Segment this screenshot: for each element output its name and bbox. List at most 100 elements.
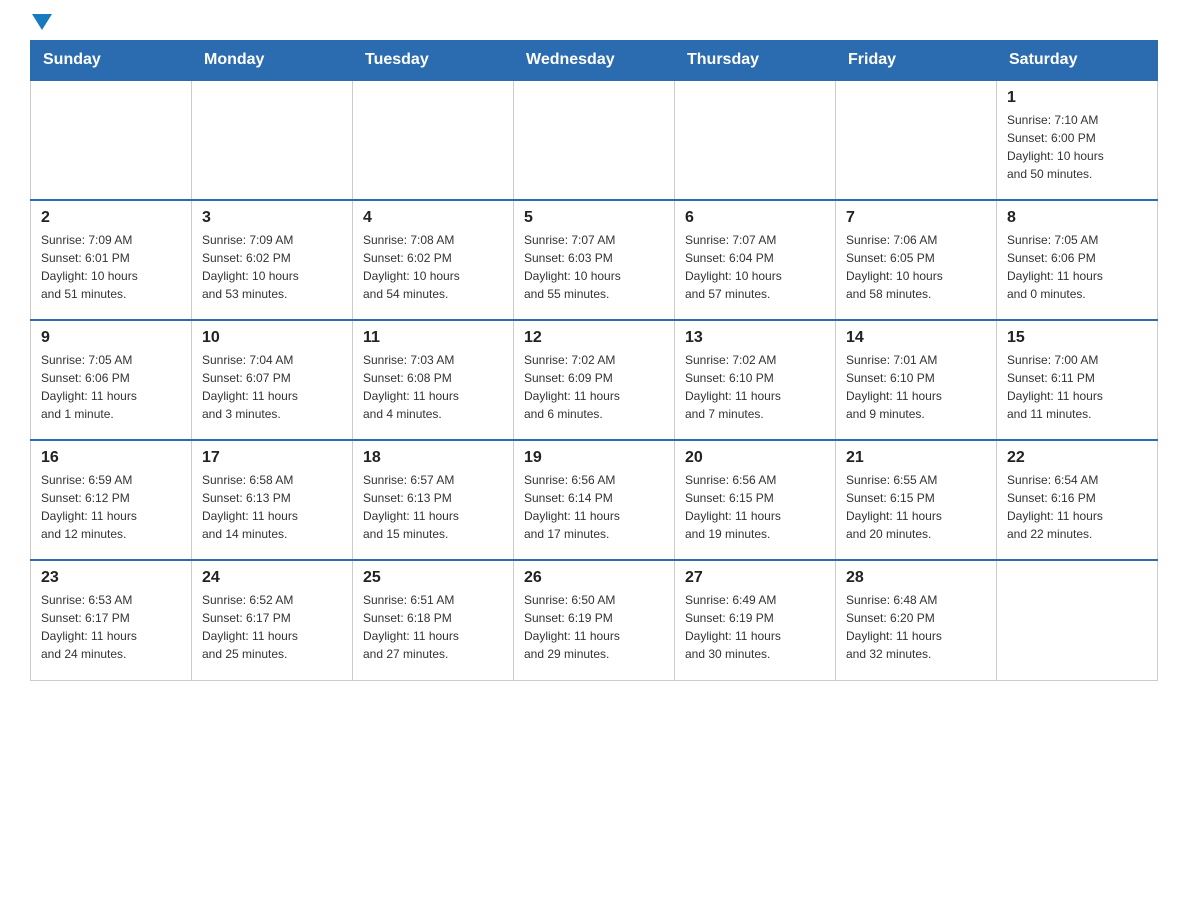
week-row: 23 Sunrise: 6:53 AM Sunset: 6:17 PM Dayli… [31, 560, 1158, 680]
day-number: 20 [685, 449, 825, 467]
calendar-cell: 11 Sunrise: 7:03 AM Sunset: 6:08 PM Dayli… [353, 320, 514, 440]
day-number: 9 [41, 329, 181, 347]
calendar-cell: 14Sunrise: 7:01 AM Sunset: 6:10 PM Dayli… [836, 320, 997, 440]
day-number: 23 [41, 569, 181, 587]
calendar-cell: 2 Sunrise: 7:09 AM Sunset: 6:01 PM Daylig… [31, 200, 192, 320]
day-info: Sunrise: 7:09 AM Sunset: 6:01 PM Dayligh… [41, 231, 181, 303]
calendar-cell: 19 Sunrise: 6:56 AM Sunset: 6:14 PM Dayli… [514, 440, 675, 560]
day-info: Sunrise: 7:00 AM Sunset: 6:11 PM Dayligh… [1007, 351, 1147, 423]
day-info: Sunrise: 7:07 AM Sunset: 6:03 PM Dayligh… [524, 231, 664, 303]
calendar-cell: 16 Sunrise: 6:59 AM Sunset: 6:12 PM Dayli… [31, 440, 192, 560]
calendar-cell: 27 Sunrise: 6:49 AM Sunset: 6:19 PM Dayli… [675, 560, 836, 680]
calendar-table: SundayMondayTuesdayWednesdayThursdayFrid… [30, 40, 1158, 681]
calendar-cell [997, 560, 1158, 680]
calendar-cell: 5 Sunrise: 7:07 AM Sunset: 6:03 PM Daylig… [514, 200, 675, 320]
day-number: 1 [1007, 89, 1147, 107]
day-number: 13 [685, 329, 825, 347]
calendar-cell [192, 80, 353, 200]
day-info: Sunrise: 7:06 AM Sunset: 6:05 PM Dayligh… [846, 231, 986, 303]
calendar-cell: 4 Sunrise: 7:08 AM Sunset: 6:02 PM Daylig… [353, 200, 514, 320]
day-number: 21 [846, 449, 986, 467]
day-number: 22 [1007, 449, 1147, 467]
week-row: 9Sunrise: 7:05 AM Sunset: 6:06 PM Daylig… [31, 320, 1158, 440]
day-info: Sunrise: 6:49 AM Sunset: 6:19 PM Dayligh… [685, 591, 825, 663]
week-row: 16 Sunrise: 6:59 AM Sunset: 6:12 PM Dayli… [31, 440, 1158, 560]
day-info: Sunrise: 6:56 AM Sunset: 6:15 PM Dayligh… [685, 471, 825, 543]
day-info: Sunrise: 7:02 AM Sunset: 6:10 PM Dayligh… [685, 351, 825, 423]
day-number: 11 [363, 329, 503, 347]
calendar-cell [353, 80, 514, 200]
calendar-cell: 9Sunrise: 7:05 AM Sunset: 6:06 PM Daylig… [31, 320, 192, 440]
day-info: Sunrise: 6:54 AM Sunset: 6:16 PM Dayligh… [1007, 471, 1147, 543]
day-of-week-header: Monday [192, 41, 353, 81]
day-number: 27 [685, 569, 825, 587]
day-info: Sunrise: 6:57 AM Sunset: 6:13 PM Dayligh… [363, 471, 503, 543]
day-info: Sunrise: 7:07 AM Sunset: 6:04 PM Dayligh… [685, 231, 825, 303]
calendar-cell: 3Sunrise: 7:09 AM Sunset: 6:02 PM Daylig… [192, 200, 353, 320]
day-number: 12 [524, 329, 664, 347]
week-row: 1 Sunrise: 7:10 AM Sunset: 6:00 PM Daylig… [31, 80, 1158, 200]
day-info: Sunrise: 7:03 AM Sunset: 6:08 PM Dayligh… [363, 351, 503, 423]
calendar-cell: 1 Sunrise: 7:10 AM Sunset: 6:00 PM Daylig… [997, 80, 1158, 200]
calendar-cell: 17 Sunrise: 6:58 AM Sunset: 6:13 PM Dayli… [192, 440, 353, 560]
day-of-week-header: Sunday [31, 41, 192, 81]
day-number: 19 [524, 449, 664, 467]
day-info: Sunrise: 6:48 AM Sunset: 6:20 PM Dayligh… [846, 591, 986, 663]
day-number: 10 [202, 329, 342, 347]
day-info: Sunrise: 6:53 AM Sunset: 6:17 PM Dayligh… [41, 591, 181, 663]
calendar-cell: 28Sunrise: 6:48 AM Sunset: 6:20 PM Dayli… [836, 560, 997, 680]
calendar-cell [31, 80, 192, 200]
day-info: Sunrise: 7:05 AM Sunset: 6:06 PM Dayligh… [1007, 231, 1147, 303]
calendar-cell: 6 Sunrise: 7:07 AM Sunset: 6:04 PM Daylig… [675, 200, 836, 320]
calendar-cell: 22 Sunrise: 6:54 AM Sunset: 6:16 PM Dayli… [997, 440, 1158, 560]
day-info: Sunrise: 7:04 AM Sunset: 6:07 PM Dayligh… [202, 351, 342, 423]
day-number: 2 [41, 209, 181, 227]
day-number: 17 [202, 449, 342, 467]
day-number: 4 [363, 209, 503, 227]
calendar-cell: 21 Sunrise: 6:55 AM Sunset: 6:15 PM Dayli… [836, 440, 997, 560]
day-number: 7 [846, 209, 986, 227]
day-number: 18 [363, 449, 503, 467]
calendar-cell: 26 Sunrise: 6:50 AM Sunset: 6:19 PM Dayli… [514, 560, 675, 680]
day-number: 25 [363, 569, 503, 587]
calendar-cell: 12 Sunrise: 7:02 AM Sunset: 6:09 PM Dayli… [514, 320, 675, 440]
calendar-cell: 15 Sunrise: 7:00 AM Sunset: 6:11 PM Dayli… [997, 320, 1158, 440]
day-number: 5 [524, 209, 664, 227]
day-number: 26 [524, 569, 664, 587]
day-info: Sunrise: 7:08 AM Sunset: 6:02 PM Dayligh… [363, 231, 503, 303]
day-of-week-header: Thursday [675, 41, 836, 81]
day-info: Sunrise: 6:50 AM Sunset: 6:19 PM Dayligh… [524, 591, 664, 663]
calendar-cell [836, 80, 997, 200]
calendar-cell: 7 Sunrise: 7:06 AM Sunset: 6:05 PM Daylig… [836, 200, 997, 320]
day-info: Sunrise: 7:10 AM Sunset: 6:00 PM Dayligh… [1007, 111, 1147, 183]
day-of-week-header: Saturday [997, 41, 1158, 81]
day-info: Sunrise: 6:51 AM Sunset: 6:18 PM Dayligh… [363, 591, 503, 663]
calendar-cell: 24 Sunrise: 6:52 AM Sunset: 6:17 PM Dayli… [192, 560, 353, 680]
calendar-cell: 23 Sunrise: 6:53 AM Sunset: 6:17 PM Dayli… [31, 560, 192, 680]
calendar-header-row: SundayMondayTuesdayWednesdayThursdayFrid… [31, 41, 1158, 81]
logo-triangle-icon [32, 14, 52, 30]
day-info: Sunrise: 6:52 AM Sunset: 6:17 PM Dayligh… [202, 591, 342, 663]
day-of-week-header: Friday [836, 41, 997, 81]
calendar-cell [514, 80, 675, 200]
day-number: 16 [41, 449, 181, 467]
week-row: 2 Sunrise: 7:09 AM Sunset: 6:01 PM Daylig… [31, 200, 1158, 320]
day-info: Sunrise: 6:59 AM Sunset: 6:12 PM Dayligh… [41, 471, 181, 543]
day-info: Sunrise: 6:56 AM Sunset: 6:14 PM Dayligh… [524, 471, 664, 543]
day-of-week-header: Wednesday [514, 41, 675, 81]
calendar-cell: 20 Sunrise: 6:56 AM Sunset: 6:15 PM Dayli… [675, 440, 836, 560]
logo [30, 20, 52, 30]
page-header [30, 20, 1158, 30]
day-info: Sunrise: 6:55 AM Sunset: 6:15 PM Dayligh… [846, 471, 986, 543]
day-number: 8 [1007, 209, 1147, 227]
calendar-cell: 18 Sunrise: 6:57 AM Sunset: 6:13 PM Dayli… [353, 440, 514, 560]
day-info: Sunrise: 6:58 AM Sunset: 6:13 PM Dayligh… [202, 471, 342, 543]
day-number: 24 [202, 569, 342, 587]
calendar-cell: 10 Sunrise: 7:04 AM Sunset: 6:07 PM Dayli… [192, 320, 353, 440]
day-number: 6 [685, 209, 825, 227]
day-info: Sunrise: 7:02 AM Sunset: 6:09 PM Dayligh… [524, 351, 664, 423]
day-number: 15 [1007, 329, 1147, 347]
day-info: Sunrise: 7:01 AM Sunset: 6:10 PM Dayligh… [846, 351, 986, 423]
calendar-cell: 8 Sunrise: 7:05 AM Sunset: 6:06 PM Daylig… [997, 200, 1158, 320]
day-of-week-header: Tuesday [353, 41, 514, 81]
